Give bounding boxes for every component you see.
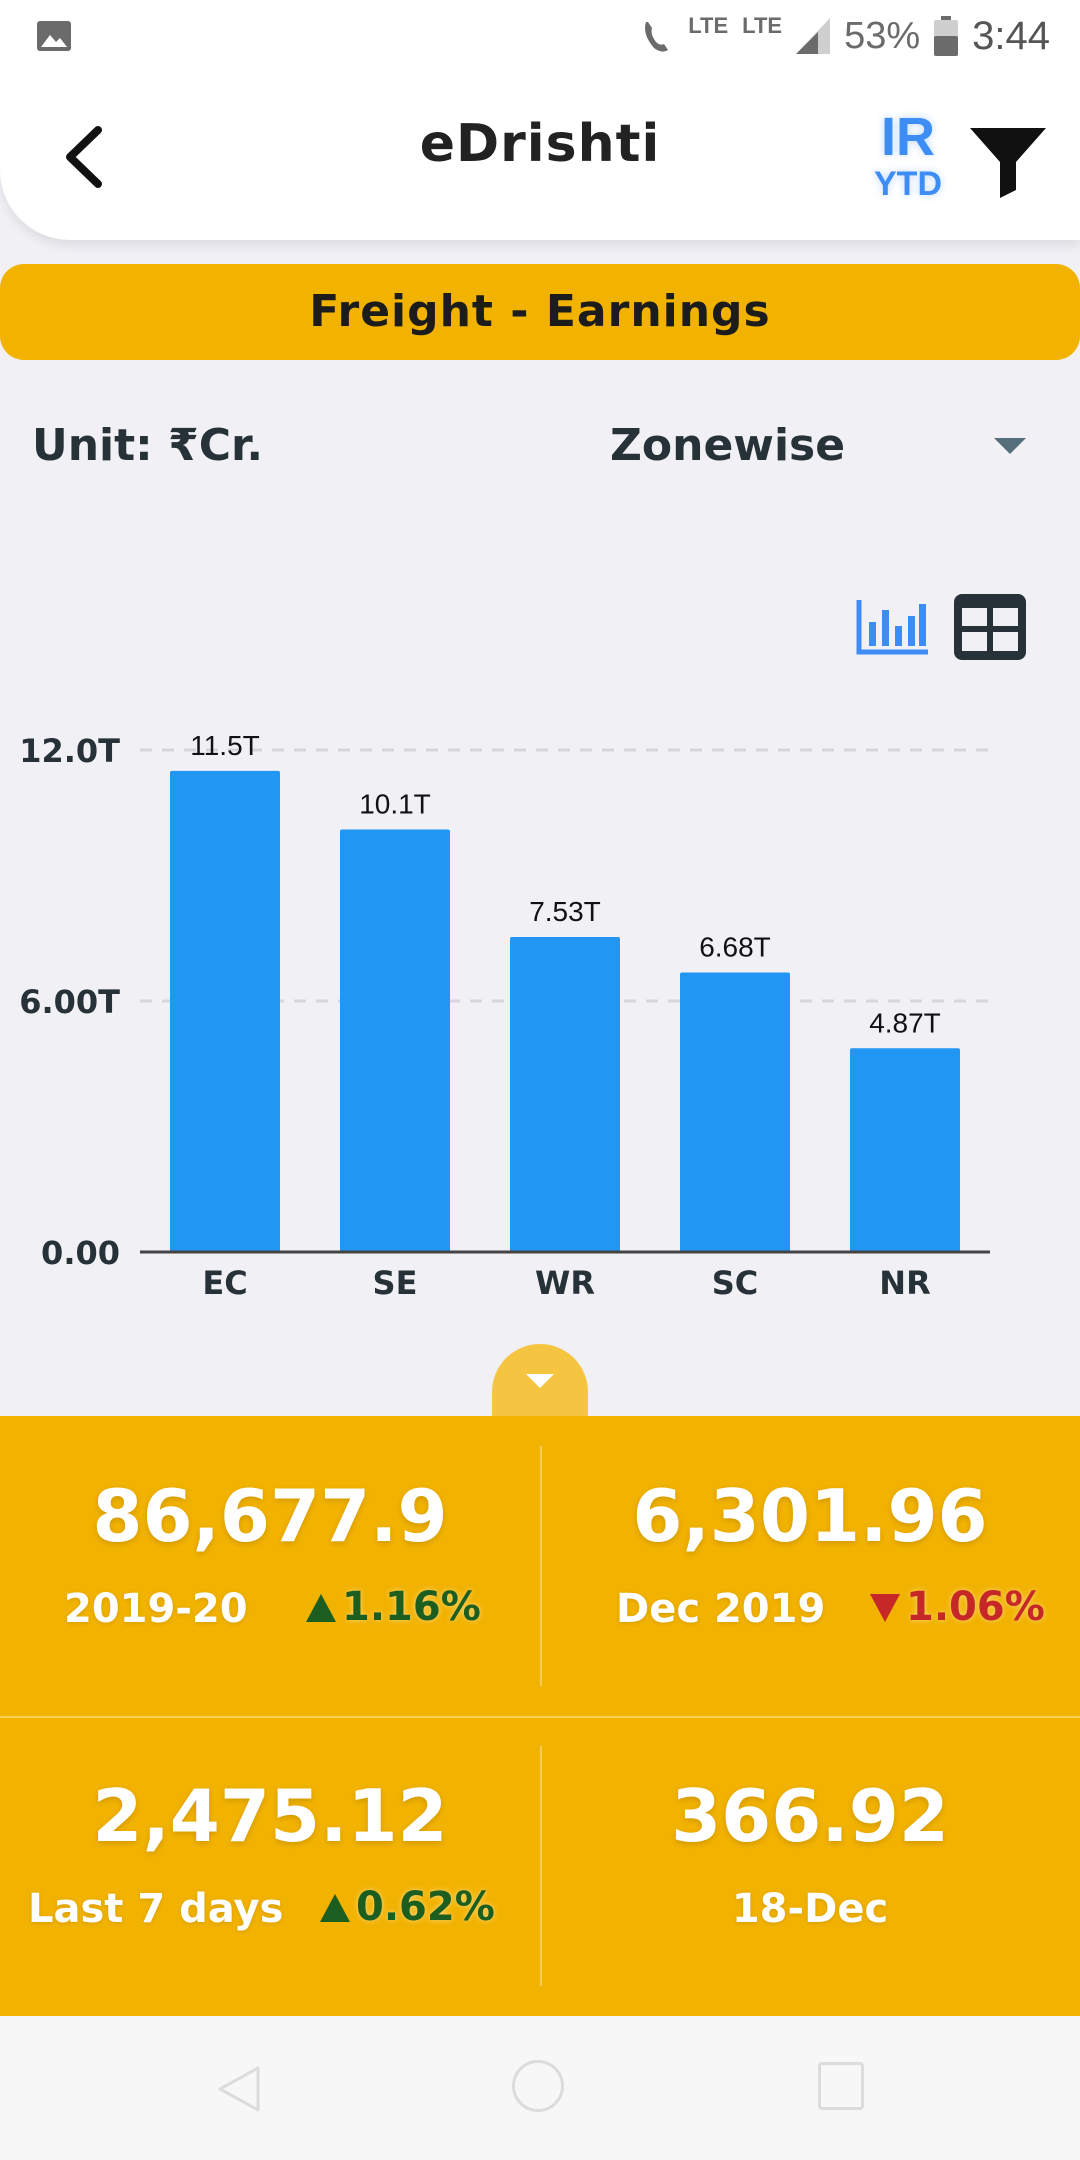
network-1-label: LTE — [688, 13, 729, 38]
bar-data-label: 6.68T — [699, 932, 771, 963]
stat-value: 366.92 — [671, 1774, 949, 1858]
x-tick-label: SC — [712, 1264, 759, 1302]
up-arrow-icon — [320, 1894, 350, 1922]
status-icons: LTE LTE 53% 3:44 — [640, 10, 1050, 62]
bar-chart-icon[interactable] — [856, 596, 930, 656]
x-tick-label: WR — [535, 1264, 595, 1302]
stat-change: 1.16% — [306, 1584, 481, 1630]
nav-recents-icon[interactable] — [818, 2062, 864, 2110]
stat-value: 2,475.12 — [92, 1774, 448, 1858]
table-view-icon[interactable] — [954, 594, 1026, 660]
y-tick-label: 0.00 — [41, 1234, 120, 1272]
bar — [680, 972, 790, 1252]
signal-icon — [796, 18, 831, 54]
period-label: YTD — [874, 165, 942, 203]
stat-change-value: 0.62% — [356, 1884, 495, 1930]
x-tick-label: EC — [202, 1264, 247, 1302]
nav-back-icon[interactable] — [214, 2064, 264, 2114]
wifi-calling-icon — [645, 22, 669, 52]
network-2-label: LTE — [742, 13, 783, 38]
stat-cell-day: 366.92 18-Dec — [540, 1716, 1080, 2016]
bar — [850, 1048, 960, 1252]
stat-value: 86,677.9 — [92, 1474, 448, 1558]
dropdown-arrow-icon — [994, 438, 1026, 454]
chevron-down-icon — [526, 1374, 554, 1388]
bar — [170, 770, 280, 1252]
bar — [510, 936, 620, 1252]
bar-data-label: 7.53T — [529, 896, 601, 927]
stat-label: 2019-20 — [64, 1586, 248, 1632]
stat-label: Dec 2019 — [616, 1586, 826, 1632]
nav-home-icon[interactable] — [512, 2060, 564, 2112]
stat-change-value: 1.06% — [906, 1584, 1045, 1630]
battery-percent: 53% — [844, 14, 921, 57]
stat-cell-week: 2,475.12 Last 7 days 0.62% — [0, 1716, 540, 2016]
x-tick-label: SE — [373, 1264, 418, 1302]
scope-label: IR — [881, 107, 935, 167]
stat-label: Last 7 days — [28, 1886, 284, 1932]
bar-data-label: 11.5T — [190, 730, 260, 761]
app-bar: eDrishti IR YTD — [0, 72, 1080, 240]
clock: 3:44 — [972, 13, 1050, 58]
up-arrow-icon — [306, 1594, 336, 1622]
bar — [340, 829, 450, 1252]
section-banner: Freight - Earnings — [0, 264, 1080, 360]
gallery-notification-icon — [37, 21, 71, 51]
y-tick-label: 12.0T — [19, 732, 120, 770]
summary-stats: 86,677.9 2019-20 1.16% 6,301.96 Dec 2019… — [0, 1416, 1080, 2016]
stat-change: 0.62% — [320, 1884, 495, 1930]
x-tick-label: NR — [879, 1264, 930, 1302]
stat-value: 6,301.96 — [632, 1474, 988, 1558]
y-tick-label: 6.00T — [19, 983, 120, 1021]
stat-cell-month: 6,301.96 Dec 2019 1.06% — [540, 1416, 1080, 1716]
battery-icon — [934, 16, 959, 56]
down-arrow-icon — [870, 1594, 900, 1622]
bar-data-label: 10.1T — [359, 788, 431, 819]
grouping-selected-value: Zonewise — [610, 420, 846, 471]
grouping-dropdown[interactable]: Zonewise — [610, 408, 1040, 488]
stat-label: 18-Dec — [731, 1886, 889, 1932]
system-nav-bar — [0, 2016, 1080, 2160]
scope-period-selector[interactable]: IR YTD — [858, 108, 958, 202]
collapse-toggle[interactable] — [492, 1344, 588, 1424]
stat-change-value: 1.16% — [342, 1584, 481, 1630]
stat-cell-year: 86,677.9 2019-20 1.16% — [0, 1416, 540, 1716]
stat-change: 1.06% — [870, 1584, 1045, 1630]
zonewise-bar-chart: 0.00 6.00T 12.0T 11.5T EC 10.1T SE 7.53T WR 6.68T… — [19, 730, 990, 1302]
filter-icon[interactable] — [968, 120, 1048, 200]
status-bar: LTE LTE 53% 3:44 — [0, 0, 1080, 72]
unit-label: Unit: ₹Cr. — [32, 420, 264, 471]
bar-data-label: 4.87T — [869, 1007, 941, 1038]
